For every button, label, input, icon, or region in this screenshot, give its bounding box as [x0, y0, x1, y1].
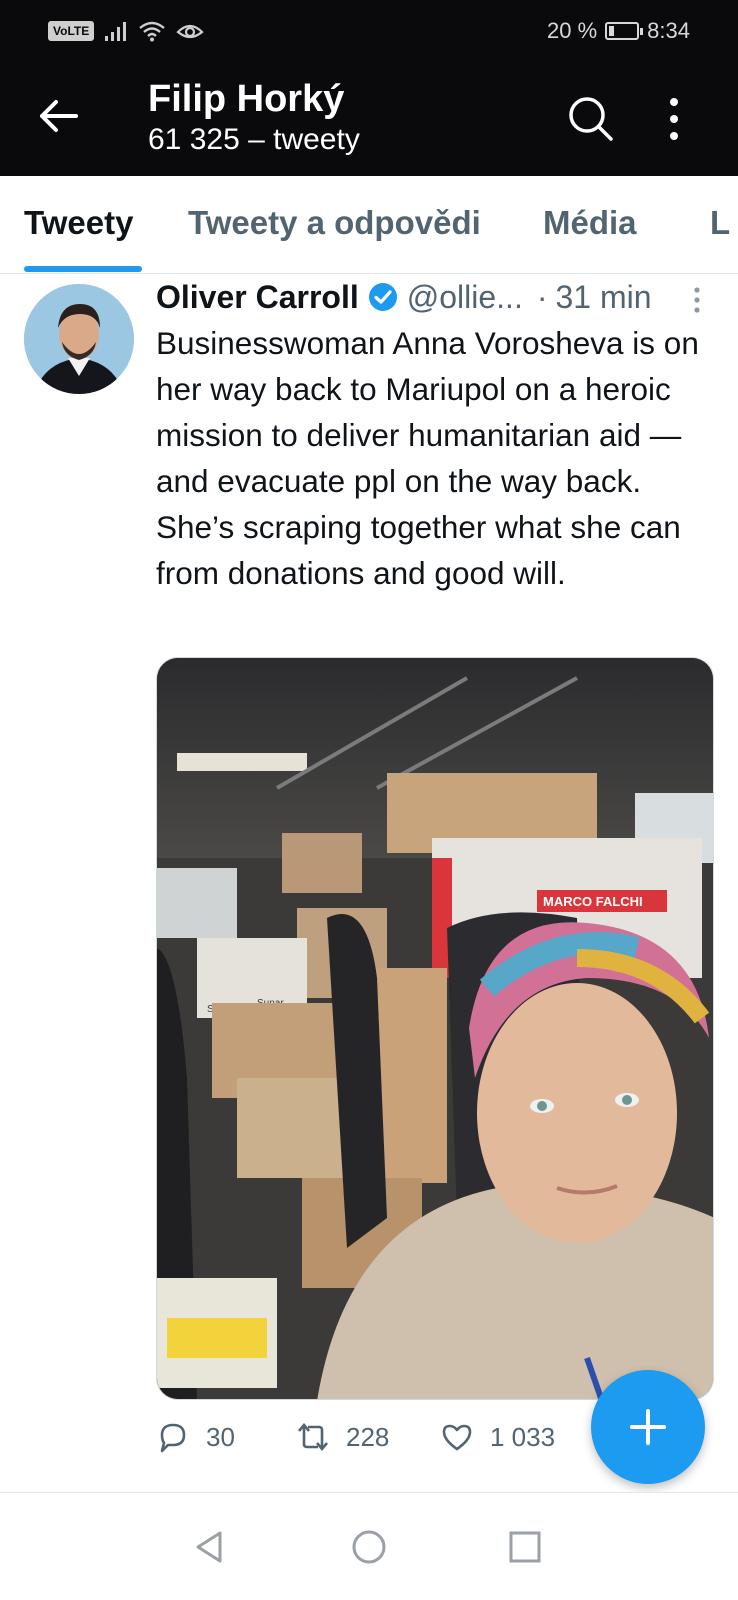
status-right: 20 % 8:34: [547, 18, 690, 44]
tweet-count: 61 325 – tweety: [148, 123, 360, 156]
system-nav-bar: [0, 1493, 738, 1600]
tweet-time[interactable]: 31 min: [555, 279, 651, 316]
battery-percent: 20 %: [547, 18, 598, 43]
active-tab-indicator: [24, 266, 142, 272]
tab-likes[interactable]: L: [710, 204, 730, 242]
volte-badge: VoLTE: [48, 21, 95, 41]
search-icon[interactable]: [566, 94, 616, 144]
profile-header: Filip Horký 61 325 – tweety: [0, 64, 738, 176]
author-handle[interactable]: @ollie...: [407, 279, 523, 316]
back-triangle-icon[interactable]: [190, 1527, 230, 1567]
avatar[interactable]: [24, 284, 134, 394]
heart-icon: [442, 1424, 472, 1451]
tab-media[interactable]: Média: [543, 204, 637, 242]
more-options-icon[interactable]: [662, 94, 686, 144]
eye-icon: [176, 24, 204, 39]
reply-button[interactable]: 30: [156, 1420, 235, 1454]
status-bar: VoLTE 20 % 8:34: [0, 0, 738, 64]
separator-dot: ·: [536, 278, 548, 315]
reply-count: 30: [206, 1421, 235, 1452]
plus-icon: [630, 1409, 666, 1445]
author-name[interactable]: Oliver Carroll: [156, 279, 359, 316]
like-count: 1 033: [490, 1421, 556, 1452]
reply-icon: [160, 1423, 186, 1453]
battery-icon: [605, 22, 644, 40]
wifi-icon: [139, 21, 165, 42]
compose-tweet-button[interactable]: [591, 1370, 705, 1484]
like-button[interactable]: 1 033: [440, 1420, 555, 1454]
battery-fill: [609, 26, 615, 36]
header-title-block: Filip Horký 61 325 – tweety: [148, 76, 360, 158]
retweet-button[interactable]: 228: [296, 1420, 389, 1454]
tweet-text: Businesswoman Anna Vorosheva is on her w…: [156, 325, 699, 591]
home-circle-icon[interactable]: [349, 1527, 389, 1567]
page-title: Filip Horký: [148, 78, 345, 120]
tab-tweets-and-replies[interactable]: Tweety a odpovědi: [188, 204, 481, 242]
back-arrow-icon[interactable]: [36, 94, 80, 138]
profile-tabs: Tweety Tweety a odpovědi Média L: [0, 176, 738, 274]
retweet-icon: [298, 1422, 328, 1452]
tweet-photo[interactable]: MARCO FALCHI Sunar Sunar: [156, 657, 714, 1400]
avatar-portrait: [24, 284, 134, 394]
photo-illustration: MARCO FALCHI Sunar Sunar: [157, 658, 713, 1399]
status-left: VoLTE: [48, 20, 204, 42]
signal-icon: [105, 22, 127, 41]
clock: 8:34: [647, 18, 690, 43]
tweet-header: Oliver Carroll @ollie... · 31 min: [156, 276, 716, 318]
retweet-count: 228: [346, 1421, 390, 1452]
recents-square-icon[interactable]: [505, 1527, 545, 1567]
box-label-marco: MARCO FALCHI: [543, 894, 643, 909]
verified-badge-icon: [368, 283, 397, 311]
tweet-menu-icon[interactable]: [690, 286, 704, 314]
tab-tweets[interactable]: Tweety: [24, 204, 133, 242]
